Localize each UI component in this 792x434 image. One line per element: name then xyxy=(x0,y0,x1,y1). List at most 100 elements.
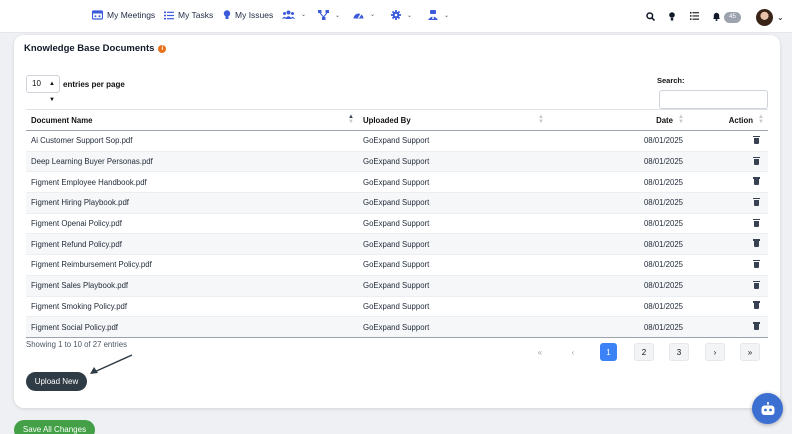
uploaded-by-cell: GoExpand Support xyxy=(358,275,548,297)
search-icon[interactable] xyxy=(646,12,655,21)
chatbot-button[interactable] xyxy=(752,393,783,424)
nav-my-issues[interactable]: My Issues xyxy=(223,10,273,20)
documents-table: Document Name ▲ ▼ Uploaded By ▲ ▼ Date ▲ ▼ … xyxy=(26,109,768,338)
pagination-last[interactable]: » xyxy=(740,343,760,361)
trash-icon[interactable] xyxy=(753,259,760,268)
table-row: Figment Reimbursement Policy.pdf GoExpand… xyxy=(26,254,768,276)
entries-per-page-select[interactable]: 10 ▲ ▼ xyxy=(26,75,60,103)
trash-icon[interactable] xyxy=(753,239,760,248)
chevron-down-icon: ⌄ xyxy=(370,12,376,18)
chevron-down-icon: ⌄ xyxy=(444,12,450,19)
chevron-down-icon: ⌄ xyxy=(407,12,413,19)
search-input[interactable] xyxy=(659,90,768,109)
header-date[interactable]: Date ▲ ▼ xyxy=(548,109,688,131)
trash-icon[interactable] xyxy=(753,322,760,331)
document-name-cell[interactable]: Figment Employee Handbook.pdf xyxy=(26,171,358,194)
document-name-cell[interactable]: Figment Openai Policy.pdf xyxy=(26,213,358,235)
pagination-page-3[interactable]: 3 xyxy=(669,343,689,361)
table-row: Figment Employee Handbook.pdf GoExpand Su… xyxy=(26,171,768,194)
nav-admin-menu[interactable]: ⌄ xyxy=(428,10,449,20)
pagination-page-1[interactable]: 1 xyxy=(600,343,617,361)
trash-icon[interactable] xyxy=(753,301,760,310)
notification-count-badge: 45 xyxy=(724,12,741,23)
sort-icon: ▲ ▼ xyxy=(538,114,544,125)
action-cell xyxy=(688,233,768,256)
date-cell: 08/01/2025 xyxy=(548,171,688,194)
users-group-icon xyxy=(282,10,295,19)
nav-my-tasks[interactable]: My Tasks xyxy=(164,10,213,20)
header-action: Action ▲ ▼ xyxy=(688,109,768,131)
date-cell: 08/01/2025 xyxy=(548,151,688,173)
chevron-down-icon[interactable]: ⌄ xyxy=(777,13,784,22)
lightbulb-icon xyxy=(223,10,231,20)
list-icon[interactable] xyxy=(690,12,699,20)
pagination-next[interactable]: › xyxy=(705,343,725,361)
document-name-cell[interactable]: Figment Sales Playbook.pdf xyxy=(26,275,358,297)
document-name-cell[interactable]: Ai Customer Support Sop.pdf xyxy=(26,130,358,152)
nav-my-meetings[interactable]: My Meetings xyxy=(92,10,155,20)
trash-icon[interactable] xyxy=(753,135,760,144)
date-cell: 08/01/2025 xyxy=(548,296,688,318)
date-cell: 08/01/2025 xyxy=(548,233,688,256)
table-row: Figment Refund Policy.pdf GoExpand Suppor… xyxy=(26,233,768,256)
document-name-cell[interactable]: Figment Reimbursement Policy.pdf xyxy=(26,254,358,276)
uploaded-by-cell: GoExpand Support xyxy=(358,213,548,235)
document-name-cell[interactable]: Deep Learning Buyer Personas.pdf xyxy=(26,151,358,173)
user-avatar[interactable] xyxy=(756,9,773,26)
document-name-cell[interactable]: Figment Hiring Playbook.pdf xyxy=(26,192,358,214)
card-title-text: Knowledge Base Documents xyxy=(24,43,155,54)
pagination-previous[interactable]: ‹ xyxy=(565,343,581,361)
table-row: Ai Customer Support Sop.pdf GoExpand Supp… xyxy=(26,130,768,152)
date-cell: 08/01/2025 xyxy=(548,316,688,338)
upload-new-button[interactable]: Upload New xyxy=(26,372,87,391)
select-arrows-icon: ▲ ▼ xyxy=(49,81,55,103)
robot-icon xyxy=(761,401,774,415)
date-cell: 08/01/2025 xyxy=(548,213,688,235)
table-row: Figment Hiring Playbook.pdf GoExpand Supp… xyxy=(26,192,768,214)
bell-icon[interactable] xyxy=(712,12,721,21)
sitemap-icon xyxy=(318,10,329,20)
table-row: Figment Smoking Policy.pdf GoExpand Suppo… xyxy=(26,296,768,318)
chevron-down-icon: ⌄ xyxy=(301,12,307,18)
nav-settings-menu[interactable]: ⌄ xyxy=(391,10,412,20)
search-label: Search: xyxy=(657,76,685,85)
pagination-page-2[interactable]: 2 xyxy=(634,343,654,361)
people-meeting-icon xyxy=(92,10,103,20)
trash-icon[interactable] xyxy=(753,280,760,289)
entries-per-page-value: 10 xyxy=(32,79,41,88)
date-cell: 08/01/2025 xyxy=(548,130,688,152)
nav-my-meetings-label: My Meetings xyxy=(107,10,156,20)
lightbulb-icon[interactable] xyxy=(669,12,675,21)
nav-team-menu[interactable]: ⌄ xyxy=(282,10,306,19)
uploaded-by-cell: GoExpand Support xyxy=(358,171,548,194)
pagination-first[interactable]: « xyxy=(532,343,548,361)
sort-icon: ▲ ▼ xyxy=(678,114,684,125)
document-name-cell[interactable]: Figment Refund Policy.pdf xyxy=(26,233,358,256)
document-name-cell[interactable]: Figment Smoking Policy.pdf xyxy=(26,296,358,318)
header-uploaded-by[interactable]: Uploaded By ▲ ▼ xyxy=(358,109,548,131)
chevron-down-icon: ⌄ xyxy=(335,12,341,19)
top-nav-bar: My Meetings My Tasks My Issues ⌄ ⌄ ⌄ ⌄ ⌄… xyxy=(0,0,792,33)
trash-icon[interactable] xyxy=(753,177,760,186)
header-document-name[interactable]: Document Name ▲ ▼ xyxy=(26,109,358,131)
gauge-icon xyxy=(353,10,364,19)
pointer-arrow-annotation xyxy=(90,354,133,374)
trash-icon[interactable] xyxy=(753,197,760,206)
uploaded-by-cell: GoExpand Support xyxy=(358,296,548,318)
info-icon[interactable]: i xyxy=(158,44,167,53)
nav-my-tasks-label: My Tasks xyxy=(178,10,214,20)
action-cell xyxy=(688,296,768,318)
nav-workflow-menu[interactable]: ⌄ xyxy=(318,10,340,20)
save-all-changes-button[interactable]: Save All Changes xyxy=(14,420,95,434)
uploaded-by-cell: GoExpand Support xyxy=(358,233,548,256)
gear-icon xyxy=(391,10,401,20)
task-list-icon xyxy=(164,11,174,20)
date-cell: 08/01/2025 xyxy=(548,254,688,276)
entries-per-page-label: entries per page xyxy=(63,80,125,89)
document-name-cell[interactable]: Figment Social Policy.pdf xyxy=(26,316,358,338)
trash-icon[interactable] xyxy=(753,156,760,165)
nav-dashboard-menu[interactable]: ⌄ xyxy=(353,10,375,19)
trash-icon[interactable] xyxy=(753,218,760,227)
uploaded-by-cell: GoExpand Support xyxy=(358,254,548,276)
card-title: Knowledge Base Documents i xyxy=(24,43,167,54)
